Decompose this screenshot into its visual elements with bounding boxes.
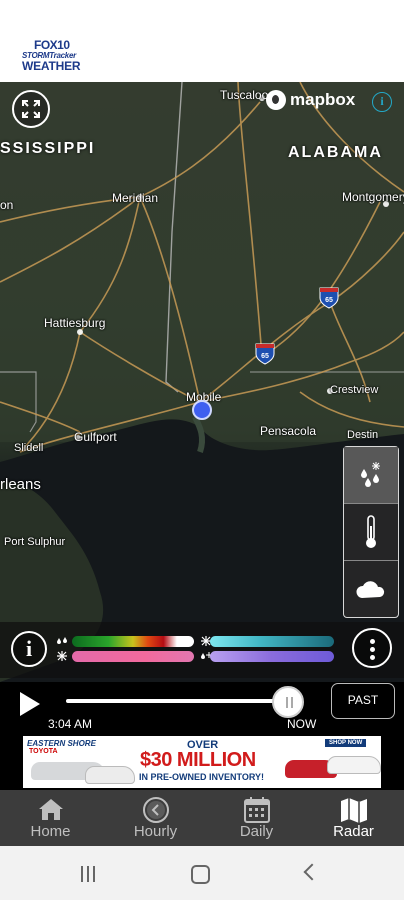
- advertisement-banner[interactable]: EASTERN SHORE TOYOTA OVER $30 MILLION IN…: [23, 736, 381, 788]
- rain-icon: [57, 637, 67, 644]
- rain-legend-bar: [72, 636, 194, 647]
- timeline-scrubber-handle[interactable]: [271, 686, 304, 718]
- temperature-layer-button[interactable]: [344, 504, 398, 561]
- ad-brand: EASTERN SHORE: [27, 739, 96, 748]
- svg-text:65: 65: [325, 297, 333, 304]
- past-button[interactable]: PAST: [331, 683, 395, 719]
- city-destin: Destin: [347, 429, 379, 441]
- logo-line1: FOX10: [34, 38, 70, 52]
- state-label-alabama: ALABAMA: [288, 144, 383, 161]
- more-dot: [370, 655, 375, 660]
- play-button[interactable]: [20, 692, 40, 716]
- ad-brand-sub: TOYOTA: [29, 748, 58, 755]
- fullscreen-icon: [22, 100, 40, 118]
- radar-screen: FOX10 STORMTracker WEATHER 65 65 SSISSIP…: [0, 0, 404, 900]
- cloud-layer-button[interactable]: [344, 561, 398, 618]
- app-header: FOX10 STORMTracker WEATHER: [0, 0, 404, 82]
- nav-home[interactable]: Home: [0, 790, 101, 846]
- mapbox-attribution: mapbox: [266, 90, 355, 110]
- snow-legend-bar: [72, 651, 194, 662]
- city-meridian: Meridian: [112, 191, 159, 205]
- map-info-button[interactable]: i: [372, 92, 392, 112]
- svg-text:65: 65: [261, 353, 269, 360]
- system-home-button[interactable]: [191, 865, 210, 884]
- mix-legend-bar: [210, 651, 334, 662]
- more-dot: [370, 639, 375, 644]
- ad-car-image: [85, 766, 135, 784]
- state-label-mississippi: SSISSIPPI: [0, 140, 96, 157]
- nav-hourly[interactable]: Hourly: [105, 790, 206, 846]
- timeline-track[interactable]: [66, 699, 302, 703]
- city-crestview: Crestview: [330, 384, 379, 396]
- precip-icon: [361, 462, 380, 487]
- nav-radar-label: Radar: [333, 823, 374, 840]
- legend-info-button[interactable]: i: [11, 631, 47, 667]
- precip-layer-button[interactable]: [344, 447, 398, 504]
- ad-car-image: [327, 756, 381, 774]
- snow-icon: [57, 651, 67, 661]
- mapbox-text: mapbox: [290, 90, 356, 109]
- nav-daily-label: Daily: [239, 823, 274, 840]
- city-slidell: Slidell: [14, 442, 44, 454]
- nav-hourly-label: Hourly: [133, 823, 178, 840]
- fox10-stormtracker-logo: FOX10 STORMTracker WEATHER: [20, 38, 92, 73]
- clock-icon: [142, 797, 169, 823]
- current-location-marker: [192, 400, 212, 420]
- nav-daily[interactable]: Daily: [206, 790, 307, 846]
- more-options-button[interactable]: [352, 628, 392, 668]
- nav-home-label: Home: [30, 823, 71, 840]
- city-hattiesburg: Hattiesburg: [44, 316, 106, 330]
- city-gulfport: Gulfport: [74, 430, 117, 444]
- city-port-sulphur: Port Sulphur: [4, 536, 66, 548]
- city-montgomery: Montgomery: [342, 190, 404, 204]
- ice-legend-bar: [210, 636, 334, 647]
- city-pensacola: Pensacola: [260, 424, 317, 438]
- logo-line3: WEATHER: [22, 59, 81, 73]
- ad-subline: IN PRE-OWNED INVENTORY!: [139, 772, 265, 782]
- layer-selector-panel: [343, 446, 399, 618]
- nav-radar[interactable]: Radar: [303, 790, 404, 846]
- home-icon: [38, 799, 63, 820]
- calendar-icon: [243, 797, 270, 823]
- ad-headline: $30 MILLION: [140, 749, 256, 771]
- ad-shop-now: SHOP NOW: [325, 739, 367, 747]
- fullscreen-button[interactable]: [12, 90, 50, 128]
- more-dot: [370, 647, 375, 652]
- map-icon: [340, 798, 367, 823]
- cloud-icon: [356, 580, 385, 598]
- mapbox-logo-icon: [266, 90, 286, 110]
- timeline-now-label: NOW: [287, 717, 317, 731]
- thermometer-icon: [366, 515, 376, 548]
- timeline-time: 3:04 AM: [48, 717, 93, 731]
- recent-apps-button[interactable]: [80, 866, 96, 882]
- city-new-orleans: rleans: [0, 476, 41, 493]
- city-fragment: on: [0, 198, 14, 212]
- radar-legend: [0, 622, 404, 678]
